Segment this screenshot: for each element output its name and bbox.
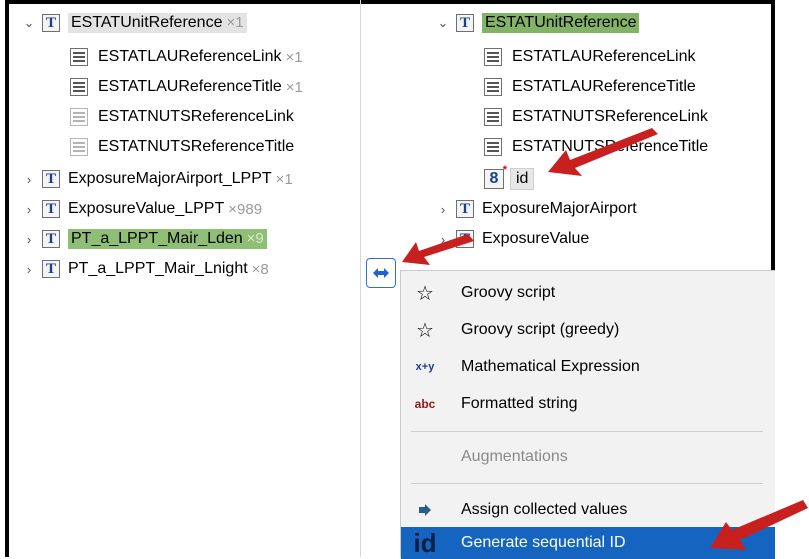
menu-item-mathematical-expression[interactable]: x+y Mathematical Expression <box>401 349 775 385</box>
type-icon: T <box>456 230 474 248</box>
tree-node[interactable]: ESTATLAUReferenceTitle ×1 <box>70 74 303 100</box>
chevron-right-icon[interactable]: › <box>22 262 36 277</box>
tree-node[interactable]: ⌄ T ESTATUnitReference ×1 <box>22 10 247 36</box>
multiplicity: ×9 <box>246 230 264 247</box>
tree-node[interactable]: › T PT_a_LPPT_Mair_Lnight ×8 <box>22 256 269 282</box>
tree-node[interactable]: › T PT_a_LPPT_Mair_Lden ×9 <box>22 226 267 252</box>
property-icon <box>484 78 502 96</box>
node-label: ESTATUnitReference <box>482 13 640 33</box>
tree-node[interactable]: ESTATNUTSReferenceLink <box>70 104 294 130</box>
chevron-right-icon[interactable]: › <box>22 232 36 247</box>
menu-item-label: Groovy script <box>461 284 556 301</box>
math-icon: x+y <box>415 361 435 373</box>
menu-item-label: Formatted string <box>461 395 578 412</box>
multiplicity: ×1 <box>285 78 303 96</box>
pane-divider[interactable] <box>360 0 361 557</box>
menu-item-label: Augmentations <box>461 448 568 465</box>
tree-node[interactable]: › T ExposureMajorAirport_LPPT ×1 <box>22 166 293 192</box>
multiplicity: ×1 <box>285 48 303 66</box>
node-label: ESTATLAUReferenceLink <box>98 48 282 65</box>
chevron-right-icon[interactable]: › <box>436 232 450 247</box>
multiplicity: ×8 <box>251 260 269 278</box>
function-button[interactable] <box>366 258 396 288</box>
double-arrow-icon <box>373 268 389 278</box>
abc-icon: abc <box>414 397 436 411</box>
menu-item-label: Generate sequential ID <box>461 534 626 551</box>
tree-node[interactable]: ESTATNUTSReferenceTitle <box>70 134 294 160</box>
function-menu: ☆ Groovy script ☆ Groovy script (greedy)… <box>400 270 775 559</box>
property-icon <box>70 78 88 96</box>
node-label: ESTATLAUReferenceTitle <box>98 78 282 95</box>
menu-item-generate-sequential-id[interactable]: id Generate sequential ID <box>401 527 775 559</box>
node-label: ESTATNUTSReferenceTitle <box>98 138 295 155</box>
node-label: ESTATLAUReferenceTitle <box>512 78 696 95</box>
star-icon: ☆ <box>416 319 434 342</box>
tree-node[interactable]: ESTATLAUReferenceLink <box>484 44 695 70</box>
menu-separator <box>411 431 763 432</box>
tree-node[interactable]: ESTATLAUReferenceLink ×1 <box>70 44 303 70</box>
menu-item-groovy-script-greedy[interactable]: ☆ Groovy script (greedy) <box>401 312 775 348</box>
type-icon: T <box>42 170 60 188</box>
node-label: ESTATUnitReference <box>71 14 223 31</box>
tree-node[interactable]: › T ExposureMajorAirport <box>436 196 637 222</box>
node-label: ESTATNUTSReferenceLink <box>98 108 294 125</box>
tree-node[interactable]: ESTATLAUReferenceTitle <box>484 74 696 100</box>
tree-node[interactable]: › T ExposureValue_LPPT ×989 <box>22 196 262 222</box>
node-label: ExposureValue_LPPT <box>68 200 225 217</box>
property-icon <box>484 108 502 126</box>
tree-node[interactable]: ESTATNUTSReferenceTitle <box>484 134 708 160</box>
type-icon: T <box>456 200 474 218</box>
arrow-right-icon <box>401 504 449 516</box>
tree-node[interactable]: 8 * id <box>484 164 535 192</box>
id-icon: id <box>413 527 437 558</box>
node-label: PT_a_LPPT_Mair_Lnight <box>68 260 248 277</box>
menu-item-label: Assign collected values <box>461 501 628 518</box>
property-icon <box>70 48 88 66</box>
menu-item-groovy-script[interactable]: ☆ Groovy script <box>401 275 775 311</box>
property-icon <box>70 108 88 126</box>
node-label: id <box>510 168 535 190</box>
chevron-down-icon[interactable]: ⌄ <box>436 15 450 31</box>
type-icon: T <box>42 230 60 248</box>
menu-item-formatted-string[interactable]: abc Formatted string <box>401 386 775 422</box>
type-icon: T <box>42 260 60 278</box>
star-icon: ☆ <box>416 282 434 305</box>
type-icon: T <box>42 14 60 32</box>
menu-header-augmentations: Augmentations <box>401 439 775 475</box>
chevron-right-icon[interactable]: › <box>22 202 36 217</box>
tree-node[interactable]: ⌄ T ESTATUnitReference <box>436 10 640 36</box>
tree-node[interactable]: ESTATNUTSReferenceLink <box>484 104 708 130</box>
node-label: ExposureMajorAirport_LPPT <box>68 170 272 187</box>
multiplicity: ×989 <box>228 200 263 218</box>
tree-node[interactable]: › T ExposureValue <box>436 226 589 252</box>
node-label: ESTATNUTSReferenceTitle <box>512 138 709 155</box>
chevron-right-icon[interactable]: › <box>22 172 36 187</box>
integer-type-icon: 8 * <box>484 164 507 189</box>
type-icon: T <box>42 200 60 218</box>
node-label: ESTATNUTSReferenceLink <box>512 108 708 125</box>
node-label: ExposureValue <box>482 230 590 247</box>
chevron-down-icon[interactable]: ⌄ <box>22 15 36 31</box>
multiplicity: ×1 <box>226 14 244 31</box>
node-label: ExposureMajorAirport <box>482 200 637 217</box>
menu-item-label: Mathematical Expression <box>461 358 640 375</box>
multiplicity: ×1 <box>275 170 293 188</box>
property-icon <box>70 138 88 156</box>
menu-item-assign-collected-values[interactable]: Assign collected values <box>401 492 775 528</box>
property-icon <box>484 48 502 66</box>
property-icon <box>484 138 502 156</box>
chevron-right-icon[interactable]: › <box>436 202 450 217</box>
menu-item-label: Groovy script (greedy) <box>461 321 620 338</box>
menu-separator <box>411 483 763 484</box>
type-icon: T <box>456 14 474 32</box>
node-label: ESTATLAUReferenceLink <box>512 48 696 65</box>
node-label: PT_a_LPPT_Mair_Lden <box>71 230 243 247</box>
